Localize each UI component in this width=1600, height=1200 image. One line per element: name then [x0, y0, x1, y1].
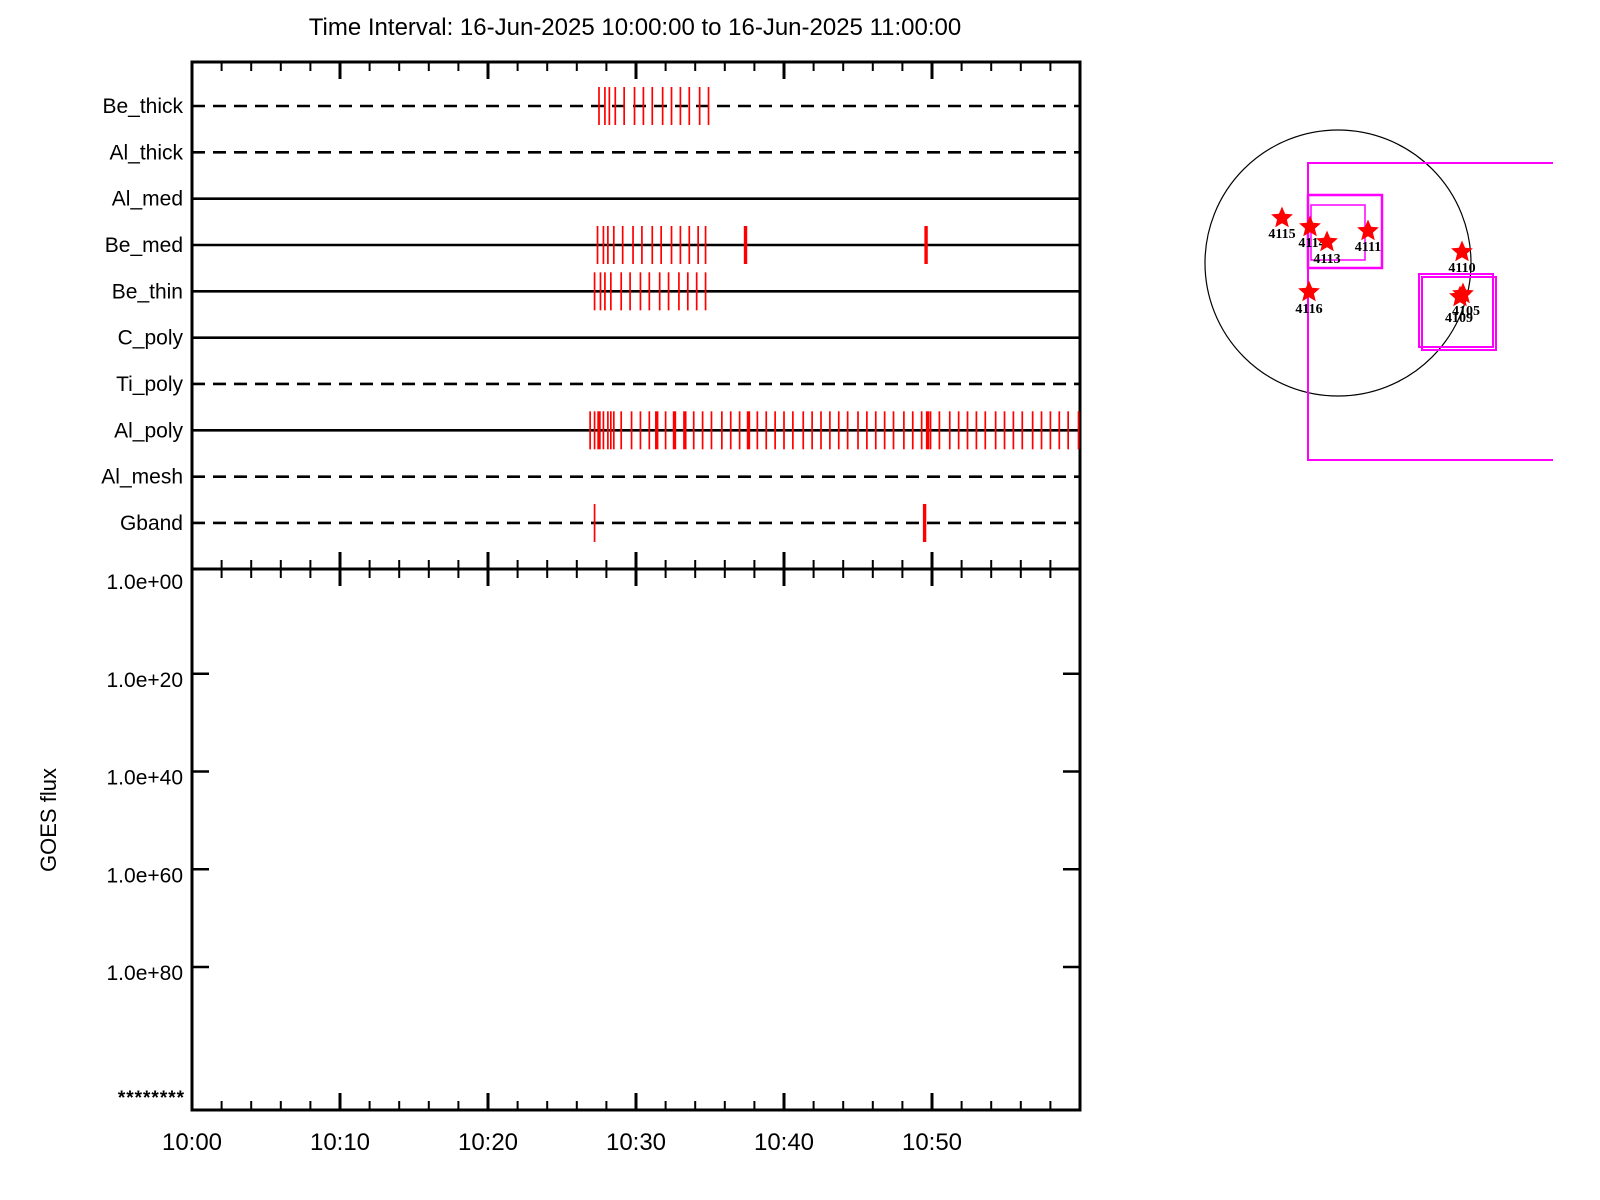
filter-label-C_poly: C_poly — [118, 327, 184, 350]
ar-label-4111: 4111 — [1355, 240, 1381, 255]
x-tick-label: 10:00 — [162, 1129, 222, 1156]
fov-box-large-fov — [1307, 162, 1553, 461]
ar-label-4115: 4115 — [1268, 227, 1295, 242]
ar-label-4113: 4113 — [1313, 252, 1340, 267]
filter-label-Gband: Gband — [120, 512, 183, 535]
x-tick-label: 10:30 — [606, 1129, 666, 1156]
filter-label-Al_mesh: Al_mesh — [101, 466, 183, 489]
x-tick-label: 10:10 — [310, 1129, 370, 1156]
goes-overflow-label: ******** — [118, 1088, 185, 1109]
filter-label-Al_poly: Al_poly — [114, 419, 183, 442]
filter-label-Ti_poly: Ti_poly — [116, 373, 183, 396]
ar-label-4110: 4110 — [1448, 261, 1475, 276]
filter-label-Al_med: Al_med — [112, 188, 183, 211]
goes-ytick-label: 1.0e+40 — [107, 767, 184, 790]
filter-label-Be_med: Be_med — [105, 234, 183, 257]
goes-ytick-label: 1.0e+60 — [107, 864, 184, 887]
goes-ylabel: GOES flux — [36, 768, 61, 872]
x-tick-label: 10:50 — [902, 1129, 962, 1156]
x-tick-label: 10:20 — [458, 1129, 518, 1156]
ar-star-4115 — [1271, 206, 1293, 228]
ar-star-4114 — [1299, 215, 1321, 237]
filter-label-Be_thick: Be_thick — [102, 95, 183, 118]
goes-panel-frame — [190, 567, 1082, 1112]
filter-label-Be_thin: Be_thin — [112, 280, 183, 303]
x-tick-label: 10:40 — [754, 1129, 814, 1156]
ar-label-4109: 4109 — [1445, 311, 1473, 326]
timeline-panel-frame — [190, 60, 1082, 571]
filter-label-Al_thick: Al_thick — [109, 141, 183, 164]
ar-star-4111 — [1357, 219, 1379, 241]
goes-ytick-label: 1.0e+00 — [107, 571, 184, 594]
timeline-goes-sunmap-plot: 10:00 10:10 10:20 10:30 10:40 10:50 Be_thick Al… — [36, 60, 1553, 1156]
goes-ytick-label: 1.0e+20 — [107, 669, 184, 692]
chart-title: Time Interval: 16-Jun-2025 10:00:00 to 1… — [308, 14, 962, 41]
goes-ytick-label: 1.0e+80 — [107, 962, 184, 985]
ar-label-4116: 4116 — [1295, 302, 1322, 317]
plot-canvas: Time Interval: 16-Jun-2025 10:00:00 to 1… — [0, 0, 1600, 1200]
